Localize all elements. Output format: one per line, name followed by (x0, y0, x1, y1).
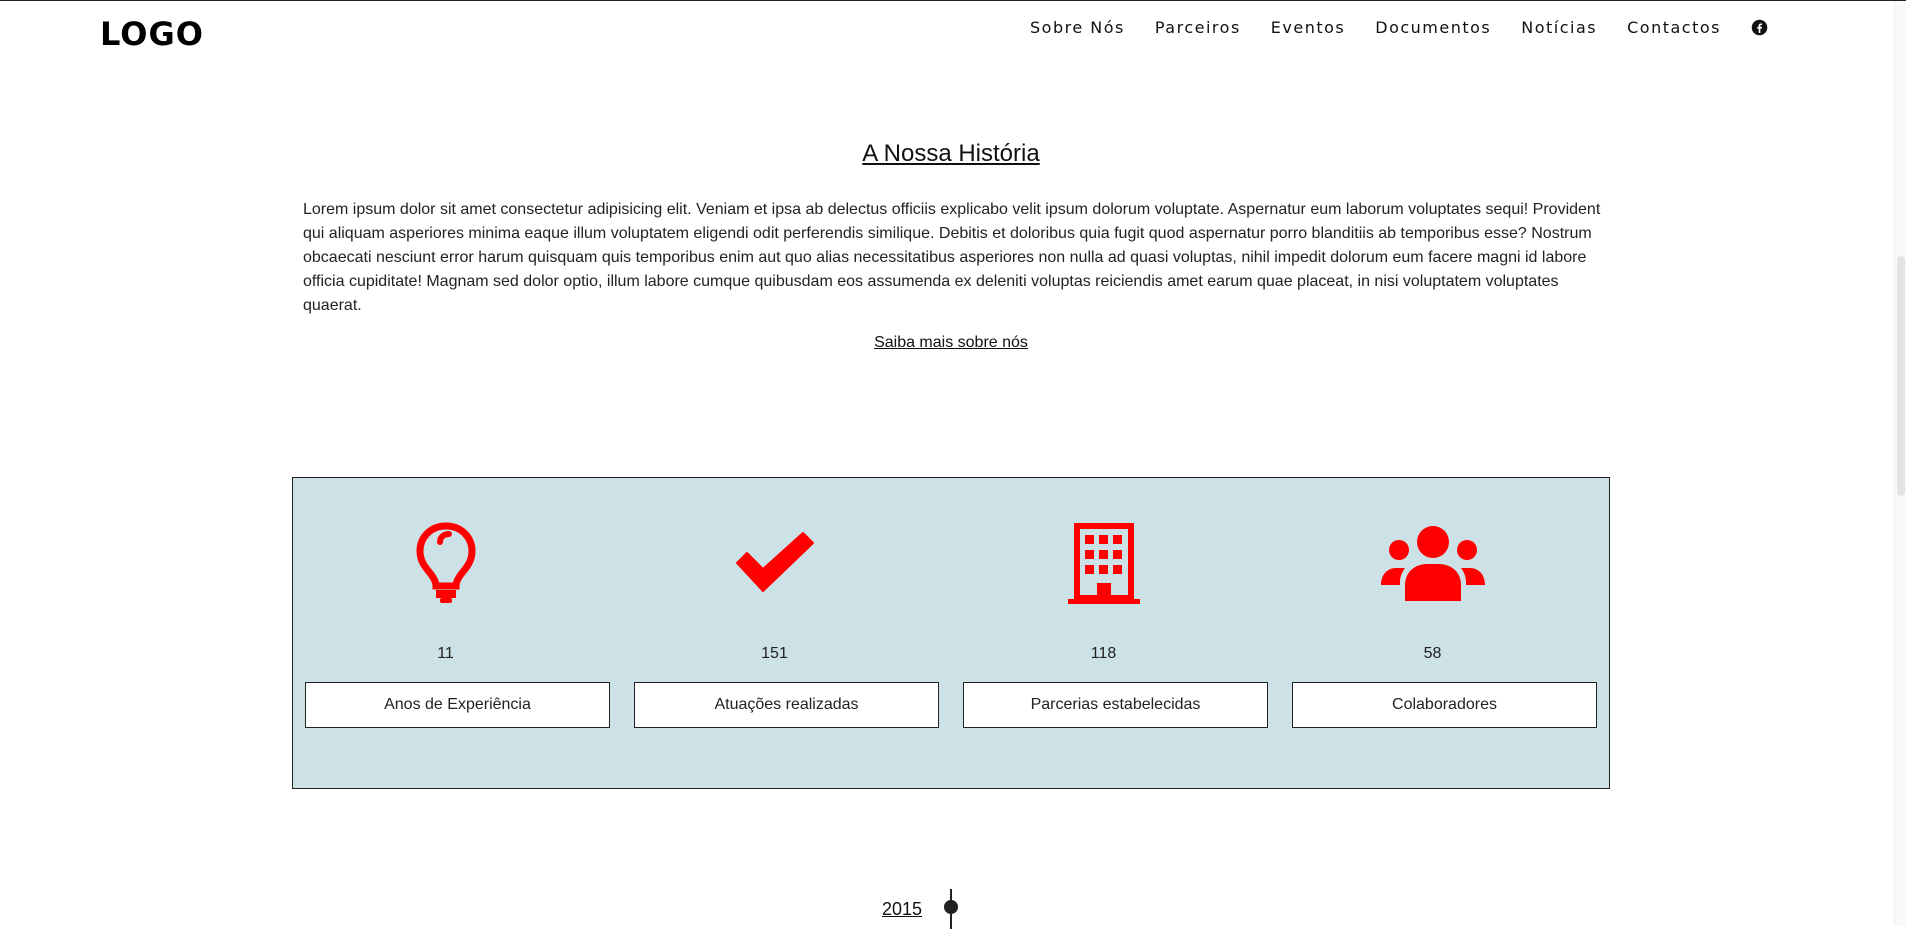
stat-item-partnerships: 118 Parcerias estabelecidas (951, 478, 1268, 788)
stat-item-experience: 11 Anos de Experiência (293, 478, 610, 788)
learn-more-anchor[interactable]: Saiba mais sobre nós (874, 334, 1028, 351)
stat-label: Anos de Experiência (305, 682, 610, 728)
main-nav: Sobre Nós Parceiros Eventos Documentos N… (1000, 18, 1768, 37)
nav-contactos[interactable]: Contactos (1627, 18, 1721, 37)
nav-noticias[interactable]: Notícias (1521, 18, 1597, 37)
stat-item-actuations: 151 Atuações realizadas (622, 478, 939, 788)
stat-count: 151 (761, 645, 788, 662)
stat-label: Parcerias estabelecidas (963, 682, 1268, 728)
stat-item-collaborators: 58 Colaboradores (1280, 478, 1597, 788)
history-paragraph: Lorem ipsum dolor sit amet consectetur a… (303, 201, 1601, 314)
facebook-icon[interactable] (1751, 19, 1768, 36)
stat-label: Colaboradores (1292, 682, 1597, 728)
nav-sobre-nos[interactable]: Sobre Nós (1030, 18, 1125, 37)
stat-count: 11 (437, 645, 454, 662)
stat-count: 118 (1090, 645, 1117, 662)
learn-more-link: Saiba mais sobre nós (0, 334, 1902, 352)
stat-label: Atuações realizadas (634, 682, 939, 728)
scrollbar-thumb[interactable] (1897, 256, 1905, 496)
nav-eventos[interactable]: Eventos (1271, 18, 1345, 37)
building-icon (951, 521, 1256, 605)
lightbulb-icon (293, 521, 598, 605)
nav-documentos[interactable]: Documentos (1375, 18, 1491, 37)
timeline-year[interactable]: 2015 (882, 899, 922, 920)
nav-parceiros[interactable]: Parceiros (1155, 18, 1241, 37)
section-title: A Nossa História (862, 140, 1040, 167)
logo[interactable]: LOGO (100, 15, 204, 53)
stats-panel: 11 Anos de Experiência 151 Atuações real… (292, 477, 1610, 789)
timeline-marker (944, 900, 958, 914)
users-icon (1280, 521, 1585, 605)
check-icon (622, 521, 927, 605)
stat-count: 58 (1423, 645, 1442, 662)
